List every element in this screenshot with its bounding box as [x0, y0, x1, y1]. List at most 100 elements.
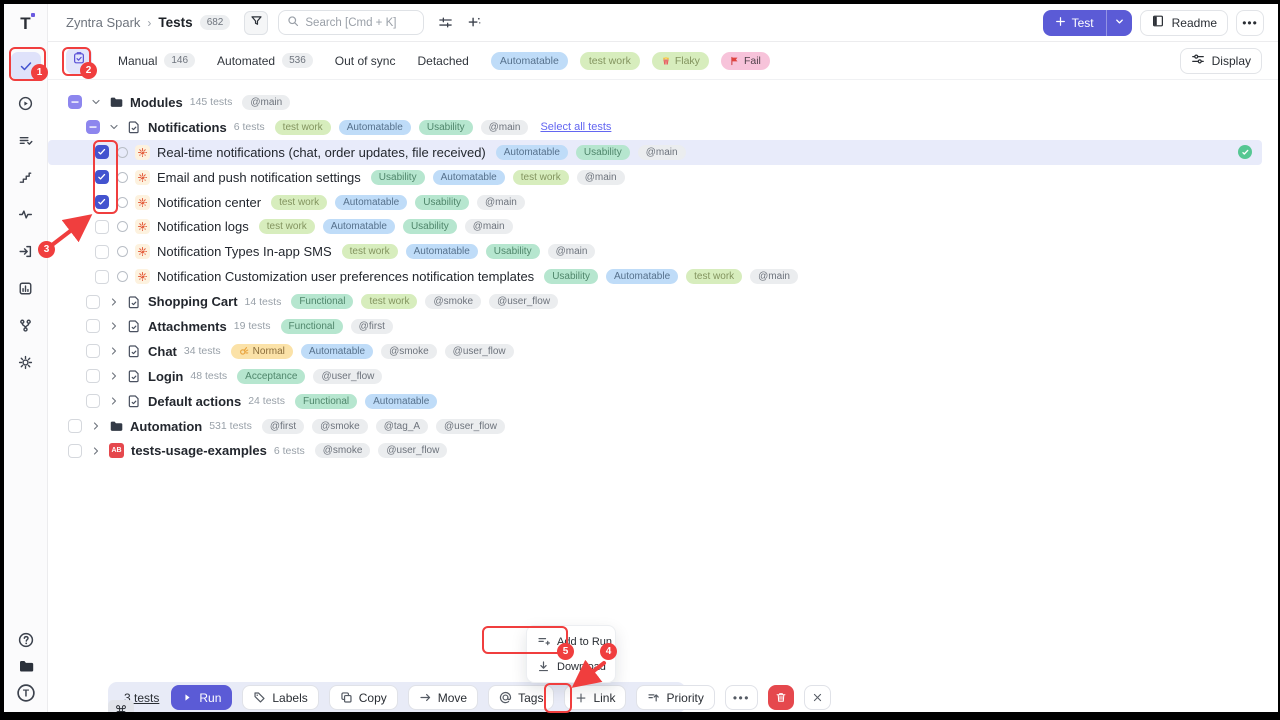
sidebar-item-folder-solid[interactable]: [18, 658, 34, 674]
chip-Automatable[interactable]: Automatable: [496, 145, 568, 160]
tree-row[interactable]: Notifications6 teststest workAutomatable…: [48, 115, 1262, 140]
sidebar-item-logo-circle[interactable]: T: [17, 684, 35, 702]
select-all-tests-link[interactable]: Select all tests: [540, 121, 611, 133]
chip-Usability[interactable]: Usability: [544, 269, 598, 284]
row-checkbox[interactable]: [95, 195, 109, 209]
chip-Usability[interactable]: Usability: [576, 145, 630, 160]
sidebar-item-branch[interactable]: [11, 311, 41, 339]
app-logo[interactable]: T: [4, 4, 48, 44]
chip-Normal[interactable]: Normal: [231, 344, 293, 359]
chevron-right-icon[interactable]: [108, 296, 122, 308]
chip-Usability[interactable]: Usability: [403, 219, 457, 234]
chip-test-work[interactable]: test work: [686, 269, 742, 284]
chip-test-work[interactable]: test work: [513, 170, 569, 185]
chip--smoke[interactable]: @smoke: [315, 443, 371, 458]
chip-Automatable[interactable]: Automatable: [365, 394, 437, 409]
tree-row[interactable]: Notification logstest workAutomatableUsa…: [48, 214, 1262, 239]
sidebar-item-check[interactable]: [11, 52, 41, 80]
row-checkbox[interactable]: [68, 95, 82, 109]
row-checkbox[interactable]: [86, 394, 100, 408]
adjustments-icon[interactable]: [438, 15, 453, 30]
chevron-down-icon[interactable]: [90, 96, 104, 108]
chip--main[interactable]: @main: [465, 219, 513, 234]
chip-Usability[interactable]: Usability: [371, 170, 425, 185]
tree-row[interactable]: Notification centertest workAutomatableU…: [48, 190, 1262, 215]
run-button[interactable]: Run: [171, 685, 232, 710]
row-checkbox[interactable]: [95, 270, 109, 284]
chip--user_flow[interactable]: @user_flow: [489, 294, 558, 309]
row-checkbox[interactable]: [86, 120, 100, 134]
tree-row[interactable]: Default actions24 testsFunctionalAutomat…: [48, 389, 1262, 414]
tree-row[interactable]: Shopping Cart14 testsFunctionaltest work…: [48, 289, 1262, 314]
tree-row[interactable]: Notification Customization user preferen…: [48, 264, 1262, 289]
menu-item-add-to-run[interactable]: Add to Run: [527, 629, 615, 654]
chip-Acceptance[interactable]: Acceptance: [237, 369, 305, 384]
row-checkbox[interactable]: [68, 444, 82, 458]
chip-Usability[interactable]: Usability: [486, 244, 540, 259]
row-checkbox[interactable]: [95, 245, 109, 259]
row-checkbox[interactable]: [86, 295, 100, 309]
chip--tag_A[interactable]: @tag_A: [376, 419, 428, 434]
tree-row[interactable]: Modules145 tests@main: [48, 90, 1262, 115]
create-test-button[interactable]: Test: [1043, 10, 1132, 36]
chip--smoke[interactable]: @smoke: [312, 419, 368, 434]
chip-Automatable[interactable]: Automatable: [339, 120, 411, 135]
chip-Automatable[interactable]: Automatable: [323, 219, 395, 234]
chip-Automatable[interactable]: Automatable: [491, 52, 568, 70]
priority-button[interactable]: Priority: [636, 685, 714, 710]
create-test-dropdown[interactable]: [1106, 10, 1132, 36]
tree-row[interactable]: Attachments19 testsFunctional@first: [48, 314, 1262, 339]
chip-test-work[interactable]: test work: [271, 195, 327, 210]
chip--main[interactable]: @main: [477, 195, 525, 210]
chip-Usability[interactable]: Usability: [419, 120, 473, 135]
chip--first[interactable]: @first: [351, 319, 393, 334]
sidebar-item-bar-chart[interactable]: [11, 274, 41, 302]
tags-button[interactable]: Tags: [488, 685, 554, 710]
chip--user_flow[interactable]: @user_flow: [313, 369, 382, 384]
sidebar-item-steps[interactable]: [11, 163, 41, 191]
chip-Automatable[interactable]: Automatable: [335, 195, 407, 210]
row-checkbox[interactable]: [95, 145, 109, 159]
tree-row[interactable]: ABtests-usage-examples6 tests@smoke@user…: [48, 438, 1262, 463]
filter-funnel-button[interactable]: [244, 11, 268, 35]
chip-test-work[interactable]: test work: [275, 120, 331, 135]
search-input[interactable]: [305, 17, 415, 29]
more-actions-button[interactable]: •••: [725, 685, 758, 710]
search-box[interactable]: [278, 10, 424, 35]
sidebar-item-gear[interactable]: [11, 348, 41, 376]
chevron-right-icon[interactable]: [108, 320, 122, 332]
copy-button[interactable]: Copy: [329, 685, 398, 710]
chip-Functional[interactable]: Functional: [291, 294, 353, 309]
chip-Functional[interactable]: Functional: [281, 319, 343, 334]
tree-row[interactable]: Chat34 testsNormalAutomatable@smoke@user…: [48, 339, 1262, 364]
row-checkbox[interactable]: [68, 419, 82, 433]
chip--main[interactable]: @main: [577, 170, 625, 185]
chip-Automatable[interactable]: Automatable: [301, 344, 373, 359]
chip-test-work[interactable]: test work: [580, 52, 640, 70]
sidebar-item-list-check[interactable]: [11, 126, 41, 154]
chip-Fail[interactable]: Fail: [721, 52, 770, 70]
chevron-right-icon[interactable]: [108, 345, 122, 357]
labels-button[interactable]: Labels: [242, 685, 318, 710]
chip-Automatable[interactable]: Automatable: [433, 170, 505, 185]
readme-button[interactable]: Readme: [1140, 10, 1228, 36]
chip--main[interactable]: @main: [548, 244, 596, 259]
chip-test-work[interactable]: test work: [342, 244, 398, 259]
breadcrumb-project[interactable]: Zyntra Spark: [66, 15, 140, 30]
tree-row[interactable]: Login48 testsAcceptance@user_flow: [48, 364, 1262, 389]
more-options-button[interactable]: •••: [1236, 10, 1264, 36]
display-button[interactable]: Display: [1180, 48, 1262, 74]
tree-row[interactable]: Email and push notification settingsUsab…: [48, 165, 1262, 190]
chevron-right-icon[interactable]: [90, 420, 104, 432]
tree-row[interactable]: Automation531 tests@first@smoke@tag_A@us…: [48, 414, 1262, 439]
filter-item[interactable]: Manual146: [118, 53, 195, 68]
close-selection-button[interactable]: [804, 685, 831, 710]
filter-item[interactable]: Automated536: [217, 53, 313, 68]
menu-item-download[interactable]: Download: [527, 654, 615, 679]
chip--main[interactable]: @main: [481, 120, 529, 135]
filter-item[interactable]: Detached: [417, 54, 468, 68]
link-button[interactable]: Link: [564, 685, 626, 710]
chip--smoke[interactable]: @smoke: [425, 294, 481, 309]
chip--smoke[interactable]: @smoke: [381, 344, 437, 359]
chip-Automatable[interactable]: Automatable: [606, 269, 678, 284]
